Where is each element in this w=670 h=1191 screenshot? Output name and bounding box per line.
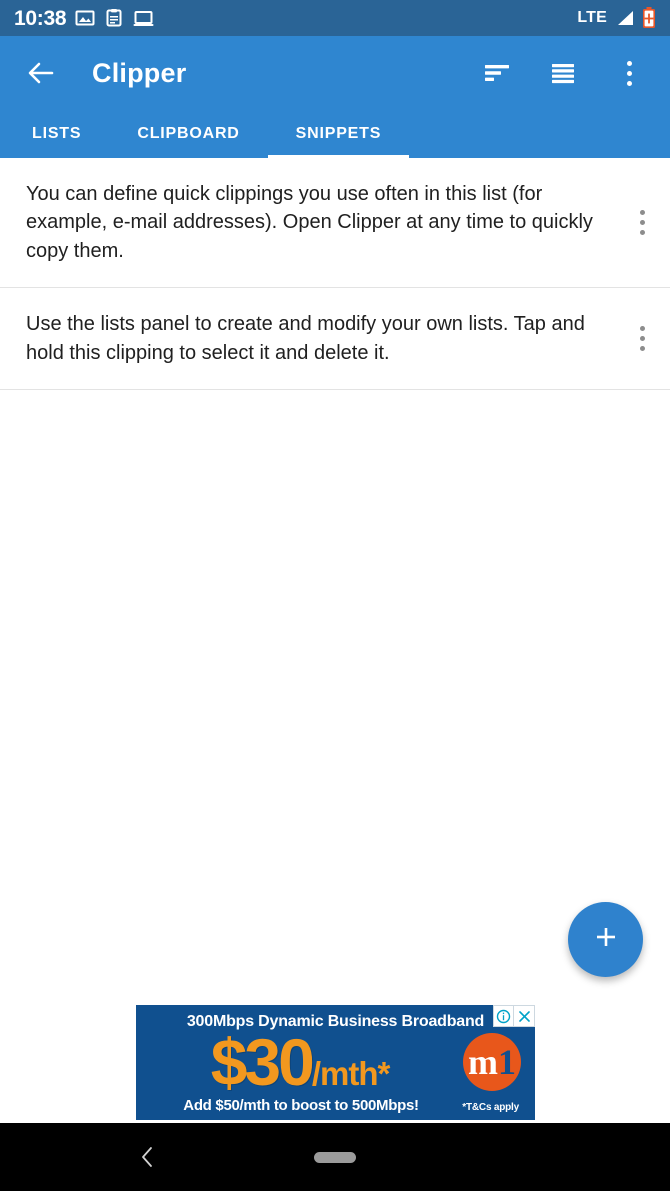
dot [639,220,645,226]
dot [639,346,645,352]
list-view-icon[interactable] [546,56,580,90]
list-item[interactable]: Use the lists panel to create and modify… [0,288,670,390]
snippet-text: You can define quick clippings you use o… [26,183,593,262]
home-pill-indicator[interactable] [314,1151,356,1163]
status-bar-right: LTE [577,7,656,29]
list-item[interactable]: You can define quick clippings you use o… [0,158,670,289]
overflow-dots [639,326,645,352]
advertiser-logo-text: m1 [468,1044,516,1080]
plus-icon [591,922,621,957]
dot [639,210,645,216]
status-bar: 10:38 LTE [0,0,670,36]
page-title: Clipper [92,57,187,88]
ad-price-row: $30 /mth* [150,1029,450,1095]
dot [626,60,632,66]
add-snippet-fab[interactable] [568,902,643,977]
advertiser-logo: m1 [463,1033,521,1091]
logo-letter-m: m [468,1042,498,1082]
sort-icon[interactable] [480,56,514,90]
tab-bar: LISTS CLIPBOARD SNIPPETS [0,110,670,158]
tab-lists[interactable]: LISTS [4,110,109,158]
snippet-list: You can define quick clippings you use o… [0,158,670,390]
dot [626,80,632,86]
phone-screen: 10:38 LTE Clipper LISTS CLIPBOARD SNIPPE… [0,0,670,1191]
signal-triangle-icon [614,9,635,27]
status-bar-left: 10:38 [14,8,154,29]
snippet-text: Use the lists panel to create and modify… [26,313,585,364]
close-icon[interactable] [514,1006,534,1026]
overflow-dots [639,210,645,236]
overflow-menu-icon[interactable] [614,210,670,236]
ad-banner[interactable]: 300Mbps Dynamic Business Broadband $30 /… [136,1005,535,1120]
arrow-back-icon[interactable] [18,50,64,96]
tab-clipboard[interactable]: CLIPBOARD [109,110,267,158]
ad-terms-text: *T&Cs apply [462,1102,519,1113]
ad-subline: Add $50/mth to boost to 500Mbps! [183,1097,419,1114]
clipboard-icon [104,8,124,28]
dot [639,230,645,236]
overflow-menu-icon[interactable] [612,56,646,90]
ad-controls [493,1005,535,1027]
ad-price: $30 [210,1025,315,1099]
network-type-label: LTE [577,9,607,26]
ad-period: /mth* [311,1055,390,1092]
overflow-dots [626,60,632,86]
app-bar-actions [480,56,652,90]
logo-digit-1: 1 [498,1042,516,1082]
app-bar-top-row: Clipper [0,36,670,110]
nav-back-chevron-icon[interactable] [124,1133,172,1181]
adchoices-info-icon[interactable] [494,1006,514,1026]
image-icon [75,8,95,28]
system-navigation-bar [0,1123,670,1191]
dot [639,326,645,332]
status-time: 10:38 [14,6,67,30]
dot [626,70,632,76]
overflow-menu-icon[interactable] [614,326,670,352]
battery-charging-icon [642,7,656,29]
tab-snippets[interactable]: SNIPPETS [267,110,410,158]
monitor-icon [133,8,154,28]
app-bar: Clipper LISTS CLIPBOARD SNIPPETS [0,36,670,158]
dot [639,336,645,342]
